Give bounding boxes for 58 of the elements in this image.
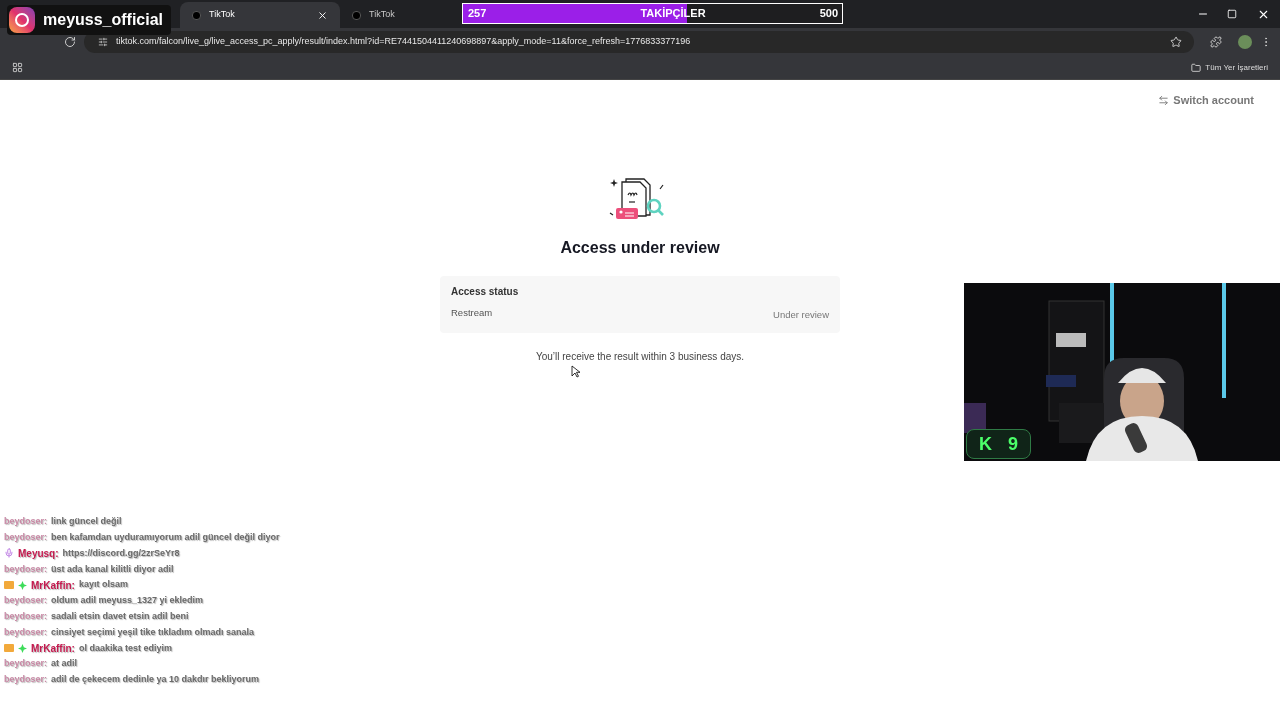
bookmarks-folder[interactable]: Tüm Yer İşaretleri (1191, 61, 1272, 74)
url-text: tiktok.com/falcon/live_g/live_access_pc_apply/result/index.html?id=RE7441504411240698897&apply_mode=11&force_refresh=1776833377196 (116, 35, 692, 49)
profile-avatar[interactable] (1238, 35, 1252, 49)
chat-username: Meyusq: (18, 547, 59, 561)
chat-username: beydoser: (4, 530, 47, 544)
chat-username: beydoser: (4, 657, 47, 671)
chat-message: sadali etsin davet etsin adil beni (51, 609, 189, 623)
site-settings-icon[interactable] (98, 37, 108, 47)
logo-letter: K (979, 433, 992, 456)
status-label: Under review (773, 307, 829, 322)
goal-current: 257 (467, 6, 487, 22)
browser-tab[interactable]: TikTok (340, 2, 456, 28)
chat-message: adil de çekecem dedinle ya 10 dakdır bekliyorum (51, 673, 260, 687)
instagram-handle: meyuss_official (43, 10, 164, 30)
review-note: You’ll receive the result within 3 business days. (535, 349, 745, 364)
goal-target: 500 (819, 6, 839, 22)
chat-message: at adil (51, 657, 78, 671)
page-title: Access under review (560, 237, 720, 258)
browser-tab[interactable]: TikTok (180, 2, 340, 28)
apps-icon[interactable] (12, 62, 23, 73)
card-heading: Access status (451, 284, 519, 299)
tab-title: TikTok (369, 8, 395, 22)
chat-message: oldum adil meyuss_1327 yi ekledim (51, 594, 204, 608)
folder-icon (1191, 62, 1202, 73)
instagram-icon (9, 7, 35, 33)
crown-icon (4, 581, 14, 590)
chat-message: kayıt olsam (78, 578, 128, 592)
chat-message: üst ada kanal kilitli diyor adil (51, 562, 174, 576)
chat-username: beydoser: (4, 673, 47, 687)
chat-message: link güncel değil (51, 515, 122, 529)
chat-message: ol daakika test ediyim (78, 641, 172, 655)
chat-username: beydoser: (4, 515, 47, 529)
bookmark-star-icon[interactable] (1170, 36, 1182, 48)
sparkle-icon (18, 643, 27, 653)
extensions-icon[interactable] (1210, 36, 1222, 48)
close-window-icon[interactable] (1257, 8, 1270, 21)
reload-icon[interactable] (64, 36, 76, 48)
access-type: Restream (451, 305, 493, 320)
chat-username: MrKaffin: (31, 641, 75, 656)
microphone-icon (4, 548, 14, 559)
chat-username: beydoser: (4, 625, 47, 639)
tab-title: TikTok (209, 8, 235, 22)
chat-message: https://discord.gg/2zrSeYr8 (62, 546, 180, 560)
chat-username: beydoser: (4, 562, 47, 576)
sparkle-icon (18, 580, 27, 590)
close-icon[interactable] (317, 9, 328, 21)
switch-account-button[interactable]: Switch account (1158, 92, 1254, 109)
swap-icon (1158, 94, 1170, 106)
chat-message: ben kafamdan uyduramıyorum adil güncel değil diyor (51, 530, 280, 544)
chat-username: MrKaffin: (31, 578, 75, 593)
maximize-icon[interactable] (1227, 9, 1237, 19)
crown-icon (4, 644, 14, 653)
chat-message: cinsiyet seçimi yeşil tike tıkladım olmadı sanala (51, 625, 255, 639)
address-bar[interactable]: tiktok.com/falcon/live_g/live_access_pc_apply/result/index.html?id=RE7441504411240698897&apply_mode=11&force_refresh=1776833377196 (84, 31, 1194, 53)
badge-count: 9 (1008, 433, 1018, 456)
mouse-cursor-icon (571, 365, 580, 378)
chat-username: beydoser: (4, 609, 47, 623)
chat-username: beydoser: (4, 594, 47, 608)
